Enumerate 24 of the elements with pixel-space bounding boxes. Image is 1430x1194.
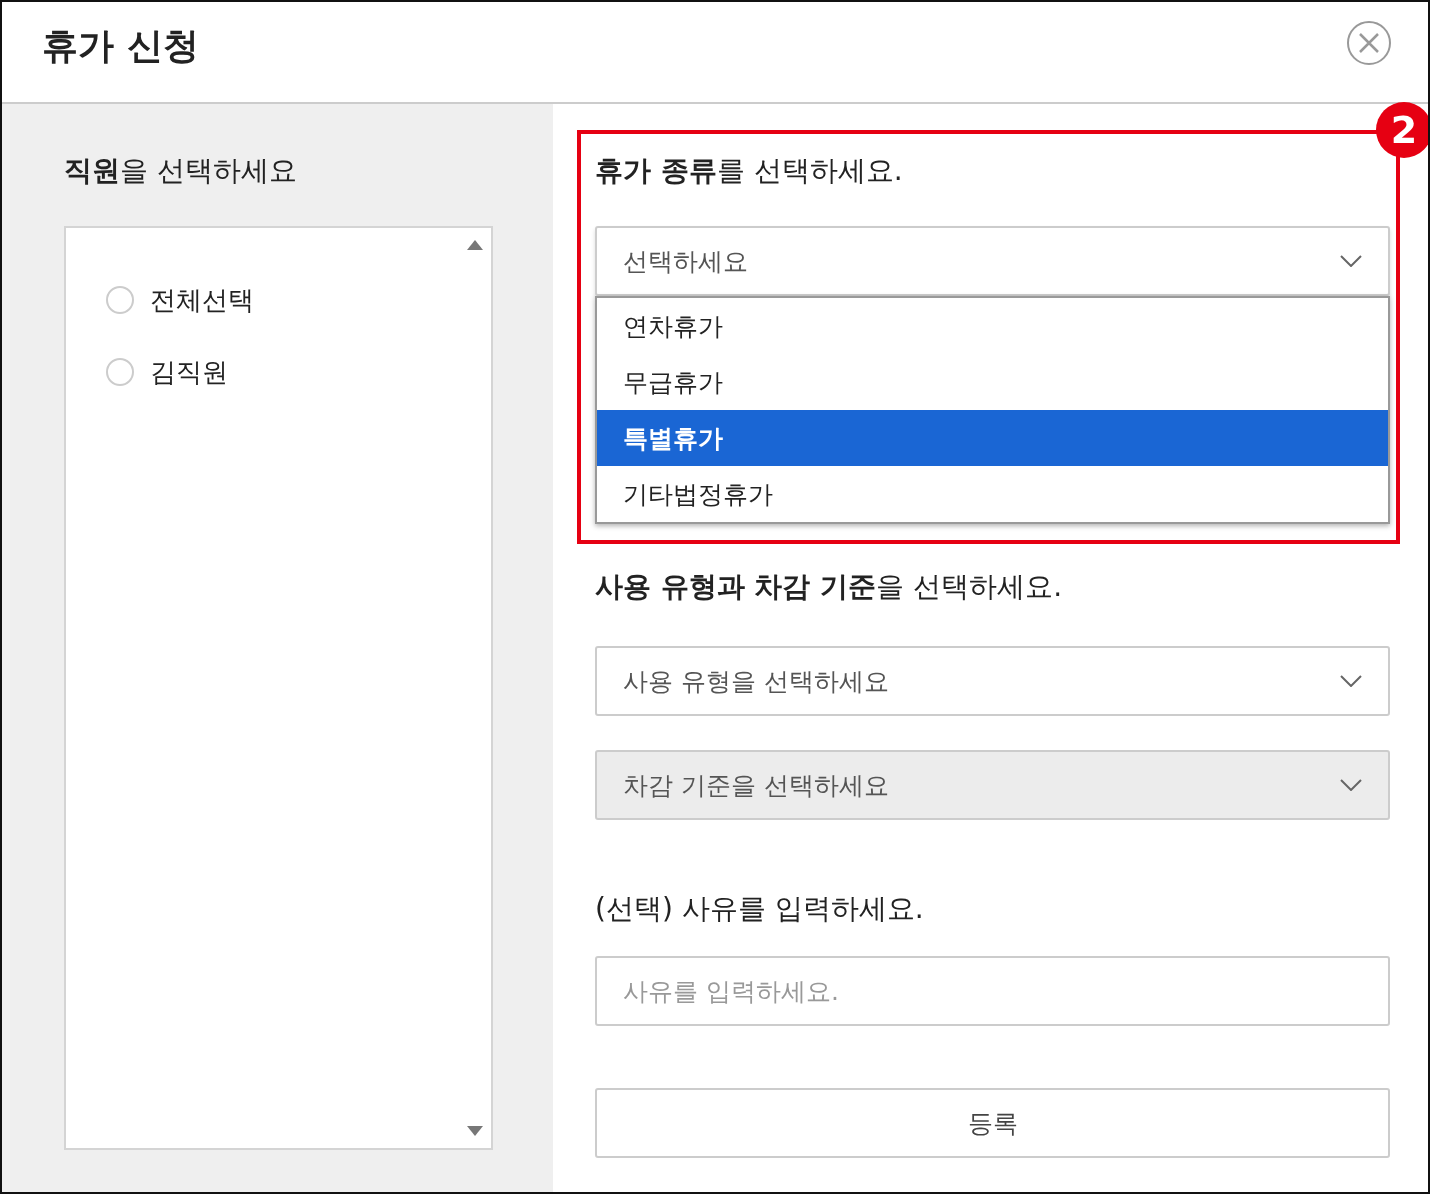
close-icon[interactable] xyxy=(1346,20,1392,66)
chevron-down-icon xyxy=(1340,779,1362,791)
section-label: (선택) 사유를 입력하세요. xyxy=(595,891,924,927)
scroll-down-icon[interactable] xyxy=(467,1126,483,1136)
submit-button[interactable]: 등록 xyxy=(595,1088,1390,1158)
dropdown-option[interactable]: 기타법정휴가 xyxy=(597,466,1388,522)
radio-button[interactable] xyxy=(106,286,134,314)
select-field[interactable]: 사용 유형을 선택하세요 xyxy=(595,646,1390,716)
dropdown-option[interactable]: 특별휴가 xyxy=(597,410,1388,466)
section-label: 사용 유형과 차감 기준을 선택하세요. xyxy=(595,569,1063,605)
reason-input[interactable]: 사유를 입력하세요. xyxy=(595,956,1390,1026)
employee-name[interactable]: 김직원 xyxy=(150,354,228,390)
chevron-down-icon xyxy=(1340,255,1362,267)
scroll-up-icon[interactable] xyxy=(467,240,483,250)
section-label: 휴가 종류를 선택하세요. xyxy=(595,153,903,189)
employee-name[interactable]: 전체선택 xyxy=(150,282,254,318)
dialog-title: 휴가 신청 xyxy=(42,23,199,68)
radio-button[interactable] xyxy=(106,358,134,386)
dropdown-option[interactable]: 연차휴가 xyxy=(597,298,1388,354)
annotation-badge: 2 xyxy=(1376,102,1428,158)
section-label: 직원을 선택하세요 xyxy=(64,153,297,189)
leave-type-select[interactable]: 선택하세요 xyxy=(595,226,1390,296)
chevron-down-icon xyxy=(1340,675,1362,687)
dropdown-option[interactable]: 무급휴가 xyxy=(597,354,1388,410)
